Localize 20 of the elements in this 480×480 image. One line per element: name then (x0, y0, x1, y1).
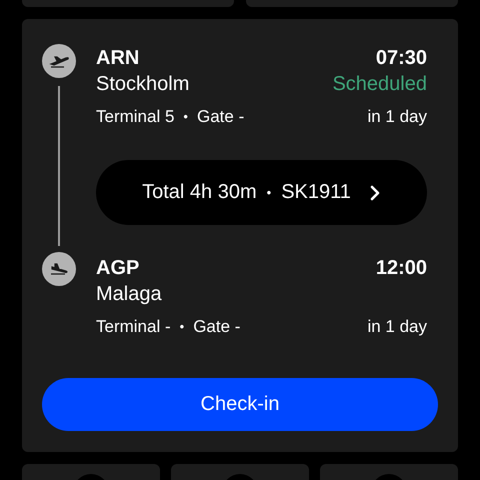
gate-label: Gate - (193, 316, 240, 338)
landing-icon (42, 252, 76, 286)
terminal-label: Terminal 5 (96, 106, 174, 128)
check-in-button[interactable]: Check-in (42, 378, 438, 431)
flight-summary-button[interactable]: Total 4h 30m • SK1911 (96, 160, 427, 225)
separator-dot: • (183, 108, 188, 126)
city-name: Malaga (96, 282, 162, 307)
separator-dot: • (180, 318, 184, 336)
relative-day-label: in 1 day (367, 106, 427, 128)
time-label: 12:00 (376, 256, 427, 281)
terminal-label: Terminal - (96, 316, 171, 338)
gate-label: Gate - (196, 106, 244, 128)
airport-code: AGP (96, 256, 140, 281)
chevron-right-icon (368, 184, 381, 200)
airport-code: ARN (96, 46, 140, 71)
city-name: Stockholm (96, 72, 190, 97)
relative-day-label: in 1 day (367, 316, 427, 338)
time-label: 07:30 (376, 46, 427, 71)
takeoff-icon (42, 44, 76, 78)
status-label: Scheduled (332, 72, 427, 97)
